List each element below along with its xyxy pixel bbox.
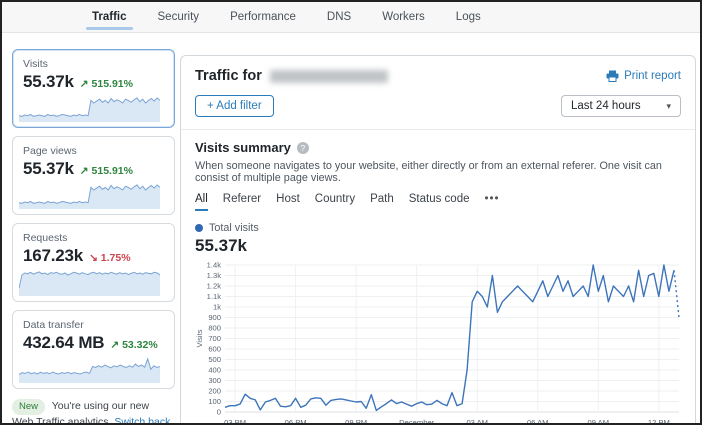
svg-text:800: 800: [208, 324, 221, 333]
chevron-down-icon: ▾: [666, 101, 671, 112]
metric-value: 167.23k: [23, 246, 83, 266]
visits-summary-section: Visits summary ? When someone navigates …: [181, 130, 695, 425]
svg-text:400: 400: [208, 366, 221, 375]
svg-text:1.1k: 1.1k: [207, 292, 222, 301]
sparkline-chart: [19, 354, 160, 384]
metric-value: 432.64 MB: [23, 333, 104, 353]
section-title: Visits summary: [195, 140, 291, 155]
dimension-tab-status-code[interactable]: Status code: [409, 193, 470, 211]
metric-card-page-views[interactable]: Page views 55.37k ↗ 515.91%: [12, 136, 175, 215]
svg-text:100: 100: [208, 397, 221, 406]
svg-text:03 AM: 03 AM: [466, 418, 488, 425]
sparkline-chart: [19, 180, 160, 210]
dimension-tab-all[interactable]: All: [195, 193, 208, 211]
new-analytics-notice: New You're using our new Web Traffic ana…: [12, 399, 172, 425]
print-report-label: Print report: [624, 70, 681, 82]
dimension-tab-country[interactable]: Country: [315, 193, 355, 211]
metric-label: Data transfer: [23, 319, 164, 331]
metric-label: Visits: [23, 58, 164, 70]
nav-tab-dns[interactable]: DNS: [325, 2, 353, 32]
metric-delta: ↗ 515.91%: [80, 78, 133, 90]
nav-tab-security[interactable]: Security: [156, 2, 202, 32]
svg-text:09 AM: 09 AM: [588, 418, 610, 425]
main-panel: Traffic for Print report + Add filter La…: [180, 55, 696, 425]
metric-label: Page views: [23, 145, 164, 157]
visits-chart: 0 100200 300400 500600 700800 9001k 1.1k1.2k 1.…: [195, 260, 681, 425]
app-window: Traffic Security Performance DNS Workers Logs…: [0, 0, 702, 425]
new-badge: New: [12, 399, 45, 415]
printer-icon: [606, 70, 619, 82]
sparkline-chart: [19, 267, 160, 297]
line-chart-svg: 0 100200 300400 500600 700800 9001k 1.1k1.2k 1.…: [195, 260, 683, 425]
svg-text:300: 300: [208, 376, 221, 385]
svg-text:200: 200: [208, 387, 221, 396]
metric-label: Requests: [23, 232, 164, 244]
nav-tab-logs[interactable]: Logs: [454, 2, 483, 32]
dimension-tab-path[interactable]: Path: [370, 193, 394, 211]
time-range-value: Last 24 hours: [571, 100, 641, 112]
legend-label: Total visits: [209, 222, 259, 234]
metric-card-requests[interactable]: Requests 167.23k ↘ 1.75%: [12, 223, 175, 302]
nav-tab-workers[interactable]: Workers: [380, 2, 427, 32]
time-range-dropdown[interactable]: Last 24 hours ▾: [561, 95, 681, 117]
metric-delta: ↗ 53.32%: [110, 339, 157, 351]
svg-text:0: 0: [217, 408, 221, 417]
legend-dot-icon: [195, 224, 203, 232]
svg-text:Visits: Visits: [195, 329, 204, 347]
dimension-tab-host[interactable]: Host: [276, 193, 300, 211]
page-title: Traffic for: [195, 68, 262, 84]
svg-text:1.4k: 1.4k: [207, 261, 222, 270]
nav-tab-performance[interactable]: Performance: [228, 2, 298, 32]
svg-text:1.2k: 1.2k: [207, 282, 222, 291]
svg-text:06 AM: 06 AM: [527, 418, 549, 425]
svg-text:1k: 1k: [213, 303, 221, 312]
total-visits-value: 55.37k: [195, 236, 681, 256]
svg-text:500: 500: [208, 355, 221, 364]
metric-value: 55.37k: [23, 159, 74, 179]
redacted-domain: [270, 70, 388, 83]
help-icon[interactable]: ?: [297, 142, 309, 154]
metric-value: 55.37k: [23, 72, 74, 92]
metric-card-visits[interactable]: Visits 55.37k ↗ 515.91%: [12, 49, 175, 128]
section-description: When someone navigates to your website, …: [195, 160, 681, 184]
svg-text:03 PM: 03 PM: [224, 418, 246, 425]
svg-text:600: 600: [208, 345, 221, 354]
more-tabs-button[interactable]: •••: [484, 193, 499, 211]
svg-text:06 PM: 06 PM: [285, 418, 307, 425]
svg-text:900: 900: [208, 313, 221, 322]
svg-text:09 PM: 09 PM: [345, 418, 367, 425]
metric-delta: ↘ 1.75%: [89, 252, 131, 264]
dimension-tab-referer[interactable]: Referer: [223, 193, 261, 211]
metrics-sidebar: Visits 55.37k ↗ 515.91% Page views 55.37k ↗ 5…: [12, 49, 175, 425]
sparkline-chart: [19, 93, 160, 123]
print-report-link[interactable]: Print report: [606, 70, 681, 82]
add-filter-button[interactable]: + Add filter: [195, 95, 274, 117]
main-header: Traffic for Print report + Add filter La…: [181, 56, 695, 130]
nav-tab-traffic[interactable]: Traffic: [90, 2, 129, 32]
metric-delta: ↗ 515.91%: [80, 165, 133, 177]
svg-text:December: December: [399, 418, 434, 425]
svg-text:700: 700: [208, 334, 221, 343]
svg-text:12 PM: 12 PM: [648, 418, 670, 425]
metric-card-data-transfer[interactable]: Data transfer 432.64 MB ↗ 53.32%: [12, 310, 175, 389]
top-nav: Traffic Security Performance DNS Workers Logs: [2, 2, 700, 33]
svg-text:1.3k: 1.3k: [207, 271, 222, 280]
dimension-tabs: All Referer Host Country Path Status code •••: [195, 193, 681, 211]
